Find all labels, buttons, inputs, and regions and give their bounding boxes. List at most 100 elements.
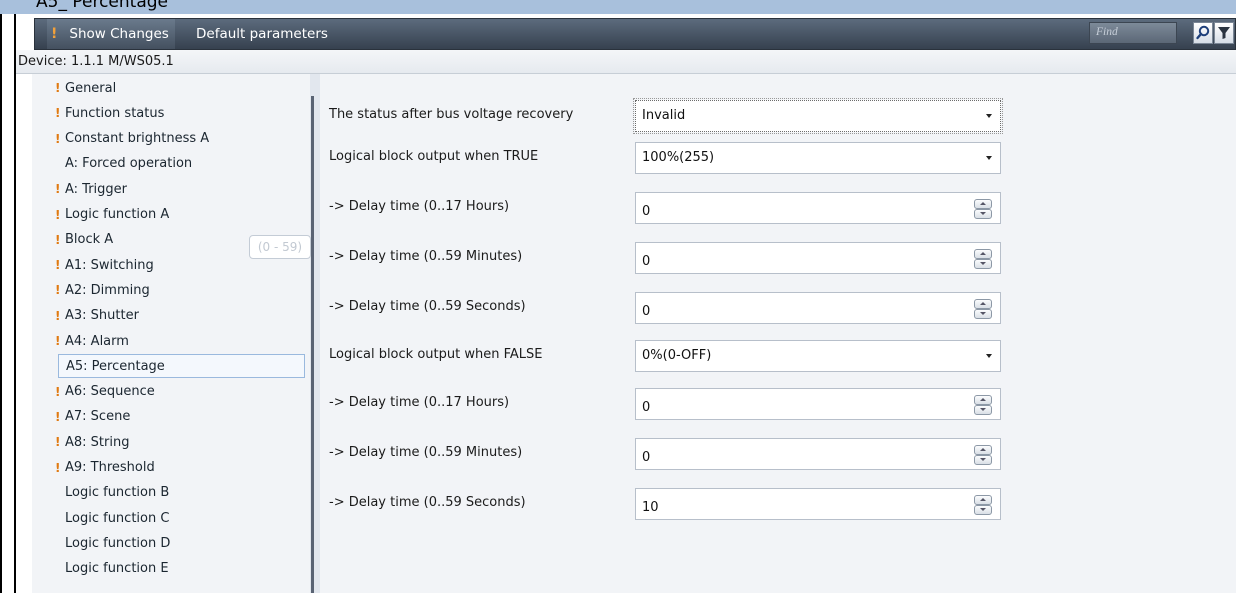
warning-icon: ! bbox=[55, 384, 61, 399]
parameter-label: Logical block output when FALSE bbox=[329, 347, 543, 362]
spin-up-icon[interactable] bbox=[974, 299, 992, 309]
parameter-label: -> Delay time (0..59 Seconds) bbox=[329, 299, 526, 314]
spin-up-icon[interactable] bbox=[974, 445, 992, 455]
spin-up-icon[interactable] bbox=[974, 495, 992, 505]
warning-icon: ! bbox=[55, 81, 61, 95]
tree-item-label: A8: String bbox=[65, 434, 130, 450]
tree-item[interactable]: ! A7: Scene bbox=[32, 405, 304, 429]
filter-icon[interactable] bbox=[1214, 22, 1234, 44]
chevron-down-icon bbox=[986, 156, 992, 160]
dropdown-value: 0%(0-OFF) bbox=[642, 348, 712, 363]
tree-item-label: Logic function B bbox=[65, 485, 170, 501]
parameter-dropdown[interactable]: 100%(255) bbox=[635, 142, 1001, 174]
tree-item-label: A4: Alarm bbox=[65, 333, 129, 349]
tree-item-label: Logic function C bbox=[65, 510, 170, 526]
tree-item[interactable]: Logic function E bbox=[32, 557, 304, 581]
show-changes-label: Show Changes bbox=[69, 26, 169, 42]
parameter-number-input[interactable]: 0 bbox=[635, 242, 1001, 274]
parameter-label: -> Delay time (0..59 Seconds) bbox=[329, 495, 526, 510]
warning-icon: ! bbox=[55, 182, 61, 197]
parameter-dropdown[interactable]: 0%(0-OFF) bbox=[635, 340, 1001, 372]
parameter-row: Logical block output when TRUE 100%(255) bbox=[320, 140, 1236, 176]
parameter-row: -> Delay time (0..59 Seconds) 10 bbox=[320, 486, 1236, 522]
device-bar: Device: 1.1.1 M/WS05.1 bbox=[16, 50, 1236, 74]
spin-down-icon[interactable] bbox=[974, 505, 992, 515]
tree-item[interactable]: ! Constant brightness A bbox=[32, 127, 304, 151]
spin-down-icon[interactable] bbox=[974, 259, 992, 269]
find-input[interactable]: Find bbox=[1089, 22, 1177, 44]
spin-down-icon[interactable] bbox=[974, 309, 992, 319]
tree-item-label: Function status bbox=[65, 105, 165, 121]
parameter-number-input[interactable]: 0 bbox=[635, 438, 1001, 470]
tree-item-label: Constant brightness A bbox=[65, 131, 210, 147]
spin-up-icon[interactable] bbox=[974, 395, 992, 405]
warning-icon: ! bbox=[55, 131, 61, 146]
tree-item[interactable]: ! General bbox=[32, 76, 304, 100]
spin-up-icon[interactable] bbox=[974, 199, 992, 209]
tree-item[interactable]: Logic function C bbox=[32, 506, 304, 530]
show-changes-button[interactable]: ! Show Changes bbox=[47, 19, 175, 49]
parameter-row: -> Delay time (0..59 Minutes) 0 bbox=[320, 436, 1236, 472]
tree-item[interactable]: ! A6: Sequence bbox=[32, 380, 304, 404]
spinner bbox=[974, 495, 992, 515]
spin-down-icon[interactable] bbox=[974, 209, 992, 219]
tree-item-label: Logic function D bbox=[65, 535, 171, 551]
tree-item[interactable]: ! A2: Dimming bbox=[32, 278, 304, 302]
default-parameters-button[interactable]: Default parameters bbox=[196, 19, 328, 49]
tree-item[interactable]: Logic function D bbox=[32, 531, 304, 555]
panel-splitter[interactable] bbox=[310, 74, 320, 593]
spinner bbox=[974, 395, 992, 415]
window-titlebar: A5_ Percentage bbox=[0, 0, 1236, 14]
parameter-row: -> Delay time (0..17 Hours) 0 bbox=[320, 386, 1236, 422]
tree-item[interactable]: ! A3: Shutter bbox=[32, 304, 304, 328]
warning-icon: ! bbox=[55, 308, 61, 323]
spinner bbox=[974, 199, 992, 219]
warning-icon: ! bbox=[55, 207, 61, 222]
tree-item-label: A2: Dimming bbox=[65, 282, 150, 298]
parameter-number-input[interactable]: 0 bbox=[635, 388, 1001, 420]
parameter-label: Logical block output when TRUE bbox=[329, 149, 539, 164]
number-value: 0 bbox=[642, 204, 651, 219]
spin-down-icon[interactable] bbox=[974, 405, 992, 415]
parameter-number-input[interactable]: 0 bbox=[635, 192, 1001, 224]
parameter-label: -> Delay time (0..59 Minutes) bbox=[329, 249, 523, 264]
tree-item[interactable]: ! A4: Alarm bbox=[32, 329, 304, 353]
spin-down-icon[interactable] bbox=[974, 455, 992, 465]
number-value: 0 bbox=[642, 254, 651, 269]
toolbar: ! Show Changes Default parameters Find bbox=[34, 18, 1236, 50]
tree-item[interactable]: A: Forced operation bbox=[32, 152, 304, 176]
parameter-number-input[interactable]: 0 bbox=[635, 292, 1001, 324]
device-label: Device: 1.1.1 M/WS05.1 bbox=[18, 54, 174, 69]
tree-item-label: A1: Switching bbox=[65, 257, 154, 273]
parameter-number-input[interactable]: 10 bbox=[635, 488, 1001, 520]
warning-icon: ! bbox=[55, 435, 61, 450]
dropdown-value: Invalid bbox=[642, 108, 686, 123]
parameter-row: -> Delay time (0..17 Hours) 0 bbox=[320, 190, 1236, 226]
tree-item[interactable]: ! A9: Threshold bbox=[32, 456, 304, 480]
tree-item[interactable]: ! A8: String bbox=[32, 430, 304, 454]
warning-icon: ! bbox=[55, 460, 61, 475]
tree-item-label: A: Trigger bbox=[65, 181, 128, 197]
window-title: A5_ Percentage bbox=[36, 0, 168, 12]
parameter-row: -> Delay time (0..59 Seconds) 0 bbox=[320, 290, 1236, 326]
parameter-panel: The status after bus voltage recovery Inv… bbox=[320, 74, 1236, 593]
tree-item-label: A9: Threshold bbox=[65, 460, 155, 475]
number-value: 10 bbox=[642, 500, 659, 515]
spinner bbox=[974, 299, 992, 319]
warning-icon: ! bbox=[55, 106, 61, 121]
tree-item[interactable]: A5: Percentage bbox=[58, 354, 305, 379]
tree-item[interactable]: ! Logic function A bbox=[32, 203, 304, 227]
left-border-strip bbox=[0, 14, 16, 593]
number-value: 0 bbox=[642, 400, 651, 415]
tree-item-label: A7: Scene bbox=[65, 409, 131, 425]
tree-item[interactable]: Logic function B bbox=[32, 481, 304, 505]
search-icon[interactable] bbox=[1193, 22, 1213, 44]
tree-item[interactable]: ! Function status bbox=[32, 101, 304, 125]
number-value: 0 bbox=[642, 450, 651, 465]
warning-icon: ! bbox=[51, 26, 58, 42]
parameter-tree: ! General! Function status! Constant bright… bbox=[32, 74, 310, 593]
chevron-down-icon bbox=[986, 354, 992, 358]
tree-item[interactable]: ! A: Trigger bbox=[32, 177, 304, 201]
spin-up-icon[interactable] bbox=[974, 249, 992, 259]
parameter-dropdown[interactable]: Invalid bbox=[633, 98, 1003, 134]
